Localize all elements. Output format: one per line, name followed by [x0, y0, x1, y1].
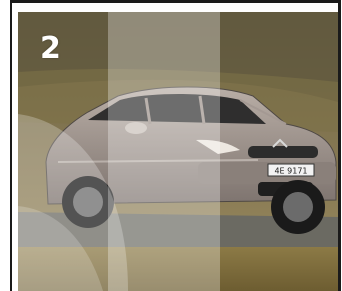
- slide-number-label: 2: [40, 31, 61, 66]
- license-plate-text: 4E 9171: [274, 167, 307, 176]
- frame-border-top: [10, 0, 341, 3]
- frame-border-left: [10, 0, 12, 291]
- slide-frame: 4E 9171 2: [0, 0, 342, 291]
- slide-card[interactable]: 4E 9171 2: [18, 12, 338, 291]
- frame-border-right: [338, 0, 341, 291]
- car-photo-image: 4E 9171: [18, 12, 338, 291]
